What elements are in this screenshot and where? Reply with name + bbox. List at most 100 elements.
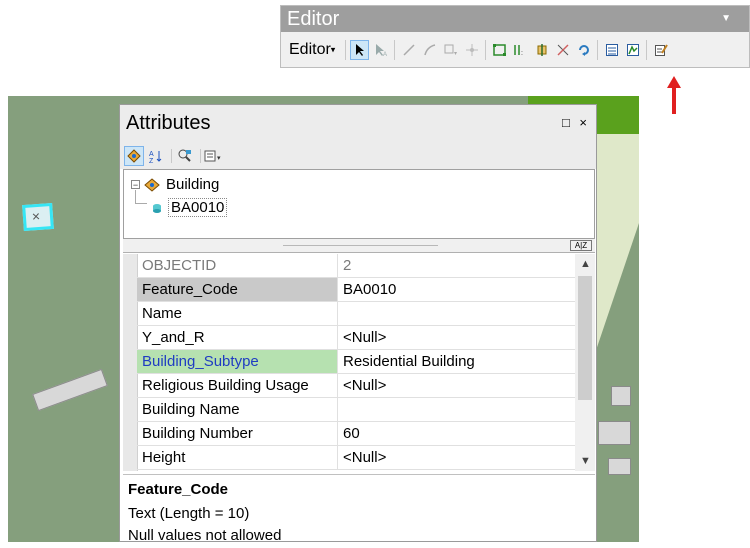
reshape-feature-icon[interactable]: :	[511, 40, 530, 60]
selected-building-feature[interactable]: ×	[22, 202, 54, 232]
attributes-button-icon[interactable]	[602, 40, 621, 60]
attribute-field-name: Building_Subtype	[137, 350, 338, 373]
feature-tree: − Building BA0010	[123, 169, 595, 239]
svg-text:A: A	[383, 52, 387, 57]
toolbar-separator	[200, 149, 201, 163]
attribute-field-name: Building Name	[137, 398, 338, 421]
splitter-grip	[283, 245, 438, 246]
grid-row-gutter	[123, 254, 138, 471]
svg-text:▾: ▾	[454, 51, 457, 57]
attribute-field-value[interactable]: <Null>	[338, 326, 575, 349]
edit-annotation-tool-icon[interactable]: A	[371, 40, 390, 60]
attribute-row[interactable]: Feature_Code BA0010	[137, 278, 575, 302]
attribute-field-value[interactable]	[338, 398, 575, 421]
svg-text::: :	[521, 50, 523, 57]
map-building[interactable]	[611, 386, 631, 406]
attributes-titlebar[interactable]: Attributes □ ×	[120, 105, 596, 143]
editor-menu-label: Editor	[289, 40, 331, 58]
edit-tool-icon[interactable]	[350, 39, 370, 60]
attribute-field-value[interactable]: 60	[338, 422, 575, 445]
trace-icon[interactable]	[420, 40, 439, 60]
field-description-title: Feature_Code	[128, 481, 229, 498]
attribute-row[interactable]: Religious Building Usage <Null>	[137, 374, 575, 398]
cut-polygons-icon[interactable]	[532, 40, 551, 60]
field-description-type: Text (Length = 10)	[128, 505, 250, 522]
attribute-row[interactable]: Y_and_R <Null>	[137, 326, 575, 350]
attribute-field-name: Feature_Code	[137, 278, 338, 301]
attribute-row[interactable]: OBJECTID 2	[137, 254, 575, 278]
straight-segment-icon[interactable]	[399, 40, 418, 60]
feature-marker-icon: ×	[31, 207, 41, 225]
sort-fields-icon[interactable]: A|Z	[570, 240, 592, 251]
attribute-row[interactable]: Building Name	[137, 398, 575, 422]
attribute-field-name: OBJECTID	[137, 254, 338, 277]
tree-node-feature[interactable]: BA0010	[152, 198, 228, 217]
edit-vertices-icon[interactable]	[490, 40, 509, 60]
map-building[interactable]	[598, 421, 631, 445]
toolbar-separator	[485, 39, 487, 60]
field-description-note: Null values not allowed	[128, 527, 282, 541]
feature-record-icon	[153, 203, 161, 213]
svg-text:▾: ▾	[217, 155, 221, 162]
attribute-field-name: Y_and_R	[137, 326, 338, 349]
attributes-toolbar: AZ ▾	[120, 143, 596, 169]
map-building[interactable]	[32, 368, 108, 412]
window-controls[interactable]: □ ×	[562, 115, 590, 130]
list-by-layer-icon[interactable]	[124, 146, 144, 166]
scroll-up-icon[interactable]: ▲	[580, 258, 591, 270]
dropdown-arrow-icon: ▾	[330, 43, 336, 54]
attributes-window: Attributes □ × AZ ▾ − Building BA0010 A|…	[119, 104, 597, 542]
midpoint-icon[interactable]	[462, 40, 481, 60]
attributes-title: Attributes	[126, 112, 211, 134]
editor-toolbar-row: Editor▾ A ▾ :	[281, 32, 749, 67]
options-menu-icon[interactable]: ▾	[204, 146, 224, 166]
tree-connector	[135, 203, 147, 204]
toolbar-options-icon[interactable]: ▼	[721, 6, 731, 32]
toolbar-separator	[345, 39, 347, 60]
map-building[interactable]	[608, 458, 631, 475]
attribute-field-value[interactable]: <Null>	[338, 374, 575, 397]
svg-text:A: A	[149, 151, 154, 158]
grid-scrollbar[interactable]: ▲ ▼	[575, 254, 595, 471]
field-description-panel: Feature_Code Text (Length = 10) Null val…	[123, 474, 595, 541]
tree-feature-label: BA0010	[168, 198, 228, 217]
attribute-field-name: Building Number	[137, 422, 338, 445]
red-arrow-icon	[667, 76, 681, 114]
scroll-down-icon[interactable]: ▼	[580, 455, 591, 467]
attribute-field-value[interactable]: Residential Building	[338, 350, 575, 373]
attribute-row[interactable]: Building_Subtype Residential Building	[137, 350, 575, 374]
attribute-field-value[interactable]: BA0010	[338, 278, 575, 301]
sketch-properties-icon[interactable]	[623, 40, 642, 60]
attribute-row[interactable]: Height <Null>	[137, 446, 575, 470]
editor-toolbar-titlebar[interactable]: Editor ▼	[281, 6, 749, 32]
toolbar-separator	[597, 39, 599, 60]
tree-layer-label: Building	[166, 176, 220, 193]
toolbar-separator	[171, 149, 172, 163]
toolbar-separator	[394, 39, 396, 60]
rotate-tool-icon[interactable]	[574, 40, 593, 60]
tree-node-layer[interactable]: − Building	[131, 176, 219, 193]
attribute-field-name: Name	[137, 302, 338, 325]
svg-text:Z: Z	[149, 158, 154, 163]
sort-ascending-icon[interactable]: AZ	[146, 146, 166, 166]
editor-menu-button[interactable]: Editor▾	[285, 39, 339, 61]
editor-toolbar-title: Editor	[287, 8, 340, 30]
collapse-icon[interactable]: −	[131, 180, 140, 190]
editor-toolbar: Editor ▼ Editor▾ A ▾ :	[280, 5, 750, 68]
tree-connector	[135, 190, 136, 204]
attribute-field-value[interactable]	[338, 302, 575, 325]
create-features-icon[interactable]	[651, 40, 670, 60]
attribute-field-value[interactable]: <Null>	[338, 446, 575, 469]
attribute-row[interactable]: Name	[137, 302, 575, 326]
attribute-field-name: Religious Building Usage	[137, 374, 338, 397]
scroll-thumb[interactable]	[578, 276, 592, 400]
attribute-row[interactable]: Building Number 60	[137, 422, 575, 446]
zoom-to-feature-icon[interactable]	[175, 146, 195, 166]
construction-tools-icon[interactable]: ▾	[441, 40, 460, 60]
layer-diamond-icon	[144, 177, 160, 192]
pane-splitter[interactable]: A|Z	[123, 239, 595, 253]
attribute-field-name: Height	[137, 446, 338, 469]
attribute-field-value[interactable]: 2	[338, 254, 575, 277]
toolbar-separator	[646, 39, 648, 60]
split-tool-icon[interactable]	[553, 40, 572, 60]
